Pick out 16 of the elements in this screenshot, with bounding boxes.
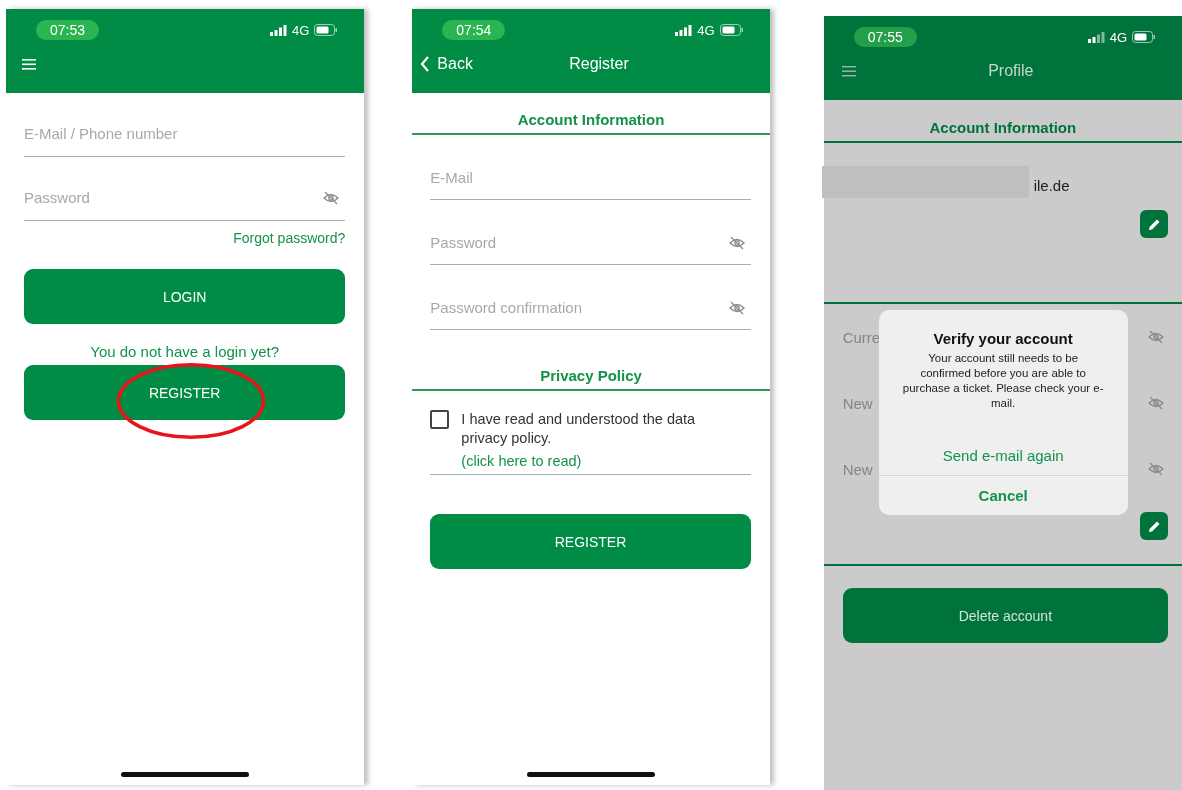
dialog-title: Verify your account xyxy=(932,329,1074,347)
email-text: ile.de xyxy=(1033,176,1070,194)
dialog-message: Your account still needs to be confirmed before you are able to purchase a ticket. Please check your e-mail. xyxy=(901,351,1105,411)
clock-time: 07:53 xyxy=(36,20,100,40)
screen-title: Register xyxy=(569,55,629,73)
clock-time: 07:55 xyxy=(853,27,917,47)
network-type: 4G xyxy=(1109,29,1127,45)
network-type: 4G xyxy=(292,22,310,38)
section-heading: Account Information xyxy=(412,93,770,135)
consent-label: I have read and understood the data privacy policy. xyxy=(461,410,697,448)
no-login-text: You do not have a login yet? xyxy=(89,343,281,360)
clock-time: 07:54 xyxy=(442,20,506,40)
network-type: 4G xyxy=(697,22,715,38)
section-heading: Account Information xyxy=(823,100,1182,143)
section-heading: Privacy Policy xyxy=(412,367,770,391)
screen-title: Profile xyxy=(988,62,1034,80)
